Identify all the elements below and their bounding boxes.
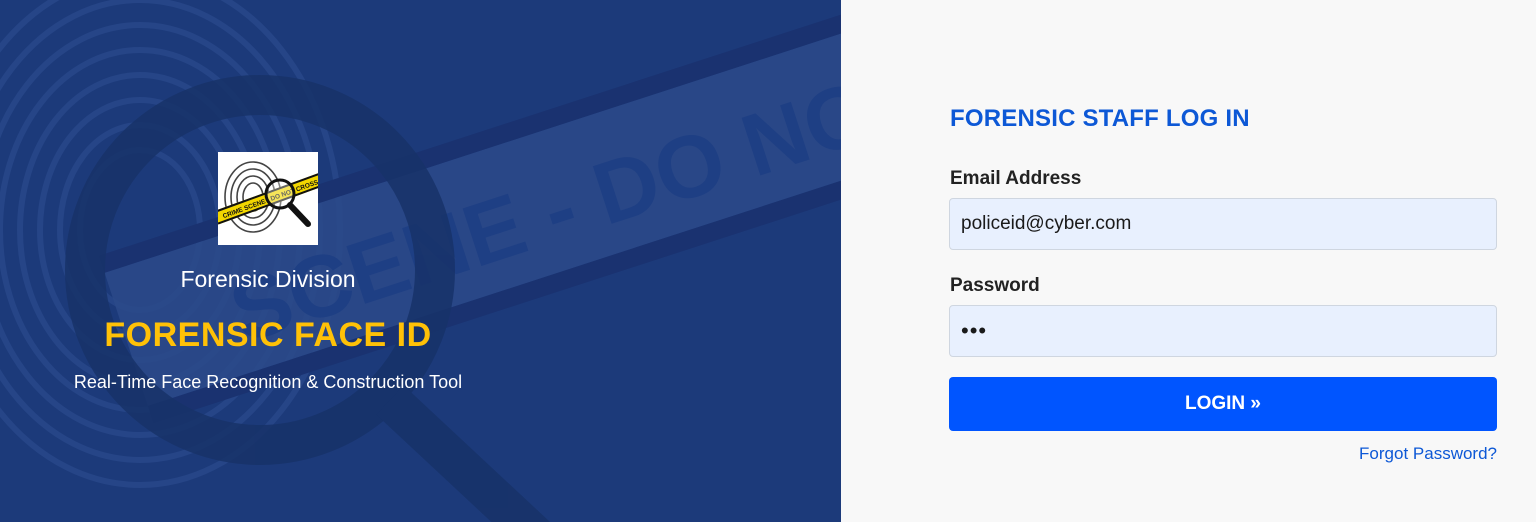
- division-name: Forensic Division: [180, 266, 356, 292]
- app-logo: CRIME SCENE - DO NOT CROSS: [213, 152, 327, 245]
- app-title: FORENSIC FACE ID: [104, 316, 432, 354]
- login-title: FORENSIC STAFF LOG IN: [950, 105, 1250, 132]
- email-label: Email Address: [950, 168, 1082, 189]
- forgot-password-link[interactable]: Forgot Password?: [1359, 444, 1497, 464]
- email-field[interactable]: [949, 198, 1497, 250]
- login-form: FORENSIC STAFF LOG IN Email Address Pass…: [949, 0, 1497, 522]
- login-panel: FORENSIC STAFF LOG IN Email Address Pass…: [841, 0, 1536, 522]
- password-label: Password: [950, 275, 1040, 296]
- password-field[interactable]: [949, 305, 1497, 357]
- branding-panel: SCENE - DO NOT CROSS CRIME CRIME: [0, 0, 841, 522]
- app-tagline: Real-Time Face Recognition & Constructio…: [73, 372, 463, 392]
- login-button[interactable]: LOGIN »: [949, 377, 1497, 431]
- fingerprint-magnifier-icon: CRIME SCENE - DO NOT CROSS: [213, 161, 327, 233]
- brand-block: CRIME SCENE - DO NOT CROSS Forensic Divi…: [0, 0, 536, 522]
